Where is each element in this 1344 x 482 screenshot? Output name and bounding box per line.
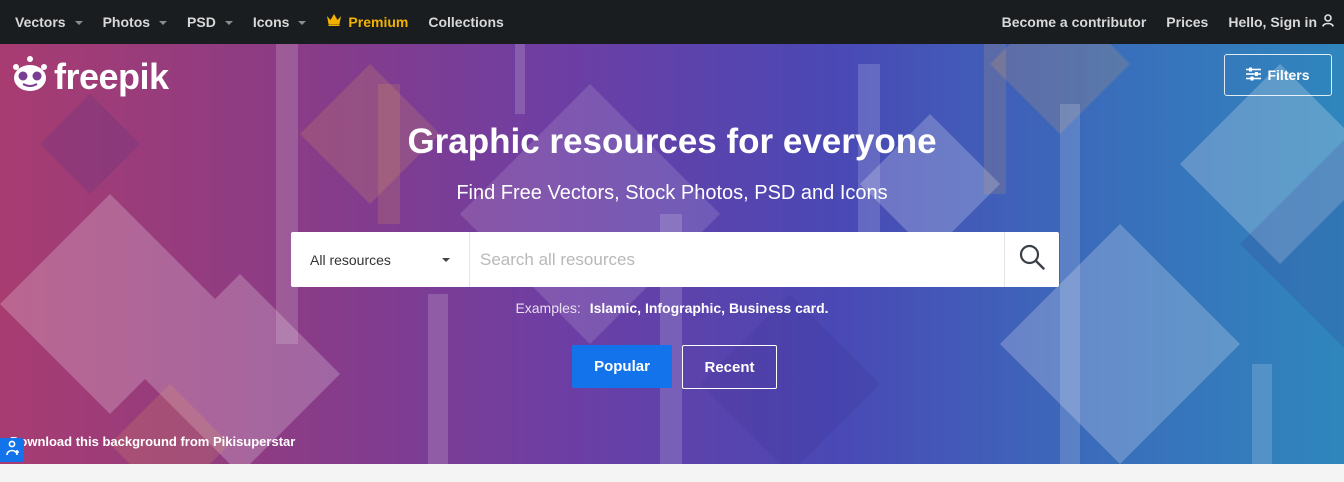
page-subtitle: Find Free Vectors, Stock Photos, PSD and… [456,182,888,204]
crown-icon [326,13,342,29]
chevron-down-icon [224,20,233,25]
examples-label: Examples: [515,300,581,316]
nav-icons-label: Icons [252,14,290,30]
accessibility-button[interactable] [0,438,24,462]
accessibility-icon [4,440,20,461]
nav-premium-label: Premium [348,14,409,30]
nav-prices-label: Prices [1166,14,1209,30]
nav-left: Vectors Photos PSD Icons Premium Collect… [15,0,524,44]
chevron-down-icon [442,257,450,262]
tab-popular[interactable]: Popular [572,345,672,388]
nav-psd-label: PSD [187,14,216,30]
nav-prices[interactable]: Prices [1166,14,1208,30]
logo-text: freepik [54,55,169,97]
nav-premium[interactable]: Premium [326,14,408,30]
background-credit-link[interactable]: Download this background from Pikisupers… [10,434,295,449]
resource-type-value: All resources [310,251,391,268]
resource-type-select[interactable]: All resources [291,232,470,287]
nav-collections[interactable]: Collections [428,14,503,30]
page-title: Graphic resources for everyone [407,122,937,161]
search-examples: Examples: Islamic, Infographic, Business… [0,300,1344,316]
nav-right: Become a contributor Prices Hello, Sign … [982,0,1334,44]
nav-sign-in[interactable]: Hello, Sign in [1228,14,1334,30]
nav-contributor-label: Become a contributor [1001,14,1147,30]
content-area-top [0,464,1344,482]
nav-become-contributor[interactable]: Become a contributor [1002,14,1147,30]
search-icon [1019,244,1045,275]
sliders-icon [1246,67,1267,84]
freepik-logo[interactable]: freepik [10,54,169,99]
chevron-down-icon [74,20,83,25]
filters-button[interactable]: Filters [1224,54,1332,96]
chevron-down-icon [159,20,168,25]
nav-collections-label: Collections [428,14,504,30]
search-input[interactable] [470,232,1004,287]
nav-signin-label: Hello, Sign in [1228,14,1317,30]
filters-label: Filters [1267,67,1310,83]
nav-photos[interactable]: Photos [102,14,168,30]
freepik-logo-mark-icon [10,54,50,99]
top-navbar: Vectors Photos PSD Icons Premium Collect… [0,0,1344,44]
nav-vectors-label: Vectors [15,14,66,30]
search-button[interactable] [1004,232,1059,287]
nav-psd[interactable]: PSD [187,14,233,30]
hero-banner: freepik Filters Graphic resources for ev… [0,44,1344,464]
nav-photos-label: Photos [102,14,151,30]
nav-icons[interactable]: Icons [253,14,307,30]
examples-links[interactable]: Islamic, Infographic, Business card. [590,300,829,316]
tab-recent[interactable]: Recent [682,345,777,389]
user-icon [1322,14,1334,30]
chevron-down-icon [298,20,307,25]
search-bar: All resources [291,232,1059,287]
nav-vectors[interactable]: Vectors [15,14,83,30]
